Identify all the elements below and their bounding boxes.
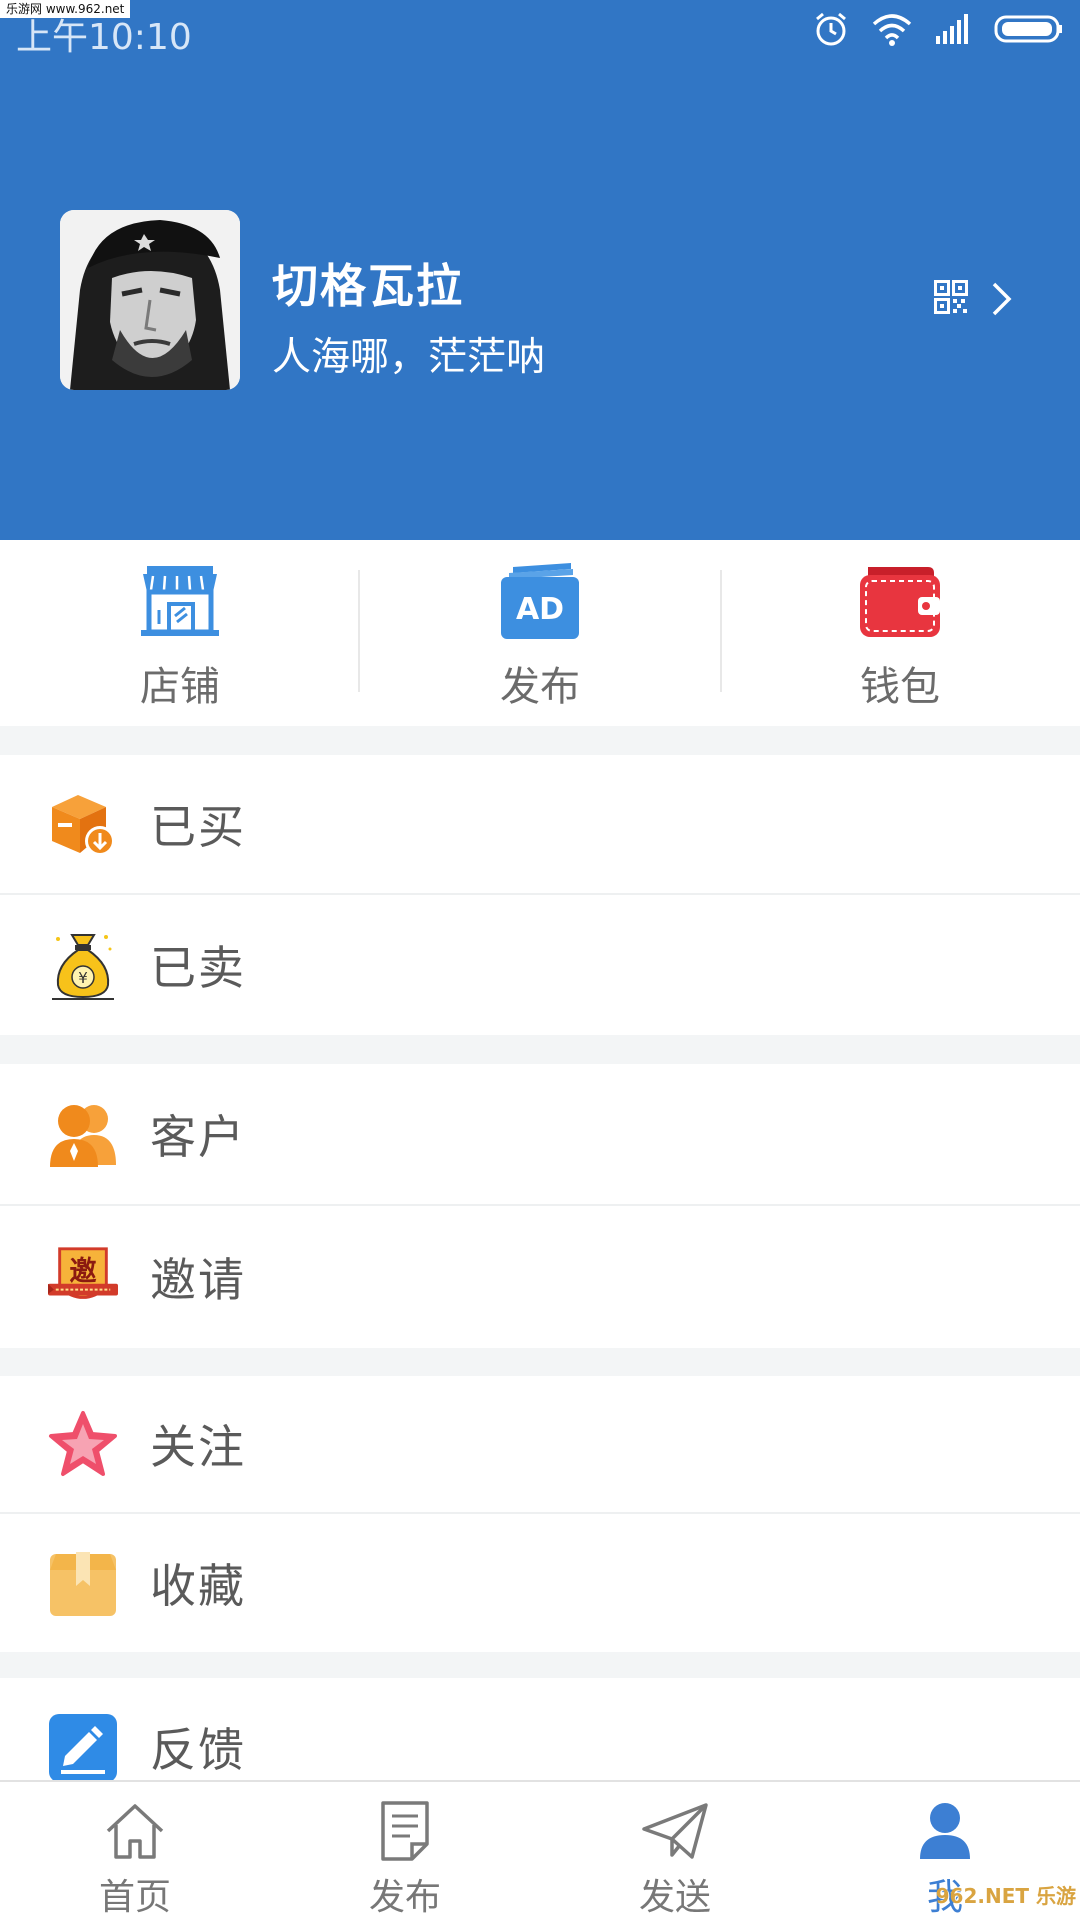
- menu-item-customers[interactable]: 客户: [0, 1064, 1080, 1206]
- svg-text:¥: ¥: [78, 969, 88, 987]
- menu-label: 邀请: [150, 1253, 246, 1307]
- customers-icon: [48, 1099, 118, 1169]
- nav-publish[interactable]: 发布: [270, 1782, 540, 1920]
- menu-item-follow[interactable]: 关注: [0, 1376, 1080, 1514]
- document-icon: [380, 1800, 430, 1862]
- nav-label: 首页: [98, 1877, 171, 1918]
- feedback-icon: [48, 1713, 118, 1780]
- send-icon: [640, 1800, 710, 1862]
- qr-code-icon[interactable]: [934, 280, 968, 314]
- box-download-icon: [48, 789, 118, 859]
- menu-item-collection[interactable]: 收藏: [0, 1514, 1080, 1652]
- money-bag-icon: ¥: [48, 930, 118, 1000]
- user-icon: [918, 1800, 972, 1862]
- alarm-icon: [812, 10, 850, 52]
- quick-label-wallet: 钱包: [860, 664, 940, 710]
- status-icons: [812, 10, 1064, 52]
- nav-send[interactable]: 发送: [540, 1782, 810, 1920]
- menu-item-feedback[interactable]: 反馈: [0, 1678, 1080, 1780]
- menu-label: 客户: [150, 1110, 246, 1164]
- corner-watermark: 962.NET 乐游网: [935, 1884, 1076, 1908]
- quick-item-wallet[interactable]: 钱包: [720, 540, 1080, 726]
- star-icon: [48, 1409, 118, 1479]
- ad-icon: AD: [499, 562, 581, 640]
- menu-group-favorites: 关注 收藏: [0, 1376, 1080, 1652]
- wifi-icon: [872, 12, 912, 50]
- quick-label-store: 店铺: [140, 664, 220, 710]
- signal-icon: [934, 14, 972, 48]
- status-time: 上午10:10: [16, 17, 192, 58]
- profile-name: 切格瓦拉: [272, 259, 464, 313]
- store-icon: [139, 562, 221, 640]
- avatar[interactable]: [60, 210, 240, 390]
- menu-group-orders: 已买 ¥ 已卖: [0, 755, 1080, 1035]
- quick-item-store[interactable]: 店铺: [0, 540, 360, 726]
- quick-item-publish[interactable]: AD 发布: [360, 540, 720, 726]
- menu-label: 反馈: [150, 1723, 246, 1777]
- quick-actions: 店铺 AD 发布 钱包: [0, 540, 1080, 726]
- collection-box-icon: [48, 1548, 118, 1618]
- menu-label: 收藏: [150, 1559, 246, 1613]
- profile-header: 乐游网 www.962.net 上午10:10 切格瓦拉 人海哪，茫茫呐: [0, 0, 1080, 540]
- nav-label: 发送: [638, 1877, 711, 1918]
- nav-home[interactable]: 首页: [0, 1782, 270, 1920]
- menu-label: 已卖: [150, 941, 246, 995]
- quick-label-publish: 发布: [500, 664, 580, 710]
- menu-label: 关注: [150, 1420, 246, 1474]
- nav-label: 发布: [368, 1877, 441, 1918]
- ad-badge-text: AD: [516, 592, 564, 627]
- home-icon: [104, 1800, 166, 1862]
- menu-group-social: 客户 邀 邀请: [0, 1064, 1080, 1348]
- battery-icon: [994, 14, 1064, 48]
- profile-signature: 人海哪，茫茫呐: [272, 335, 546, 380]
- wallet-icon: [858, 562, 942, 640]
- menu-item-bought[interactable]: 已买: [0, 755, 1080, 895]
- invite-badge-icon: 邀: [48, 1242, 118, 1312]
- chevron-right-icon[interactable]: [990, 280, 1014, 318]
- menu-item-invite[interactable]: 邀 邀请: [0, 1206, 1080, 1348]
- invite-badge-text: 邀: [69, 1256, 97, 1287]
- menu-item-sold[interactable]: ¥ 已卖: [0, 895, 1080, 1035]
- menu-group-feedback: 反馈: [0, 1678, 1080, 1780]
- menu-label: 已买: [150, 800, 246, 854]
- bottom-nav: 首页 发布 发送 我 962.NET 乐游网: [0, 1780, 1080, 1920]
